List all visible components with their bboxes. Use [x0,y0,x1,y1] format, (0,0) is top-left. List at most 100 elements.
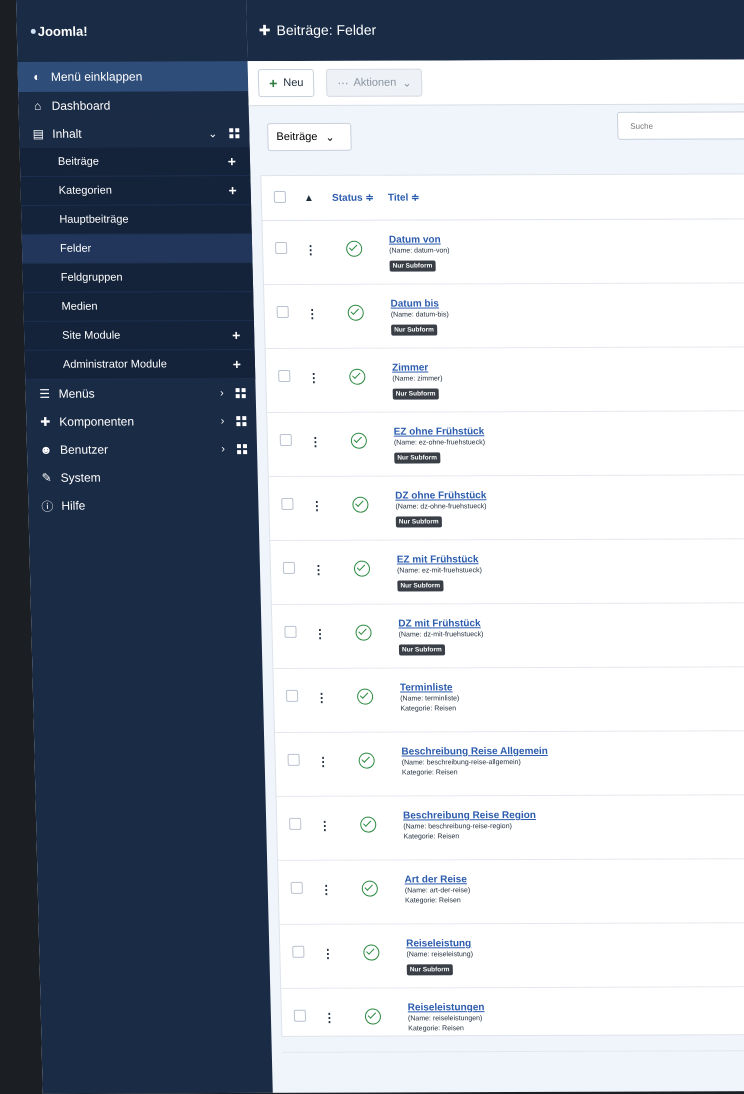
field-title-link[interactable]: Reiseleistungen [408,1001,744,1013]
select-all-checkbox[interactable] [273,190,287,203]
status-sort-header[interactable]: Status ≑ [322,192,384,203]
add-icon[interactable]: + [233,356,242,372]
row-checkbox[interactable] [287,753,300,766]
title-sort-header[interactable]: Titel ≑ [384,191,744,203]
drag-handle-icon[interactable]: ⋮ [315,691,326,705]
row-checkbox[interactable] [282,561,296,574]
published-check-icon[interactable] [350,432,368,449]
chevron-right-icon[interactable]: › [221,443,225,455]
field-title-link[interactable]: Datum bis [390,297,744,309]
dashboard-grid-icon[interactable] [236,444,248,455]
field-title-link[interactable]: Datum von [389,233,744,245]
toggle-icon: ◐ [33,69,41,84]
field-title-link[interactable]: Zimmer [392,361,744,373]
drag-handle-icon[interactable]: ⋮ [309,435,320,449]
chevron-right-icon[interactable]: › [220,387,224,399]
published-check-icon[interactable] [361,880,379,897]
field-title-link[interactable]: Beschreibung Reise Allgemein [401,745,744,758]
field-title-link[interactable]: EZ mit Frühstück [397,553,744,565]
published-check-icon[interactable] [360,816,377,833]
status-cell [335,747,398,774]
sidebar-sub-label: Medien [61,300,98,313]
published-check-icon[interactable] [347,304,364,321]
drag-handle-icon[interactable]: ⋮ [317,755,328,769]
row-checkbox[interactable] [279,433,292,446]
drag-handle-icon[interactable]: ⋮ [323,1011,334,1025]
drag-handle-icon[interactable]: ⋮ [319,819,330,833]
sidebar-item-hilfe[interactable]: ⓘ Hilfe [28,491,259,520]
add-icon[interactable]: + [232,327,241,343]
published-check-icon[interactable] [352,496,369,513]
sidebar-item-inhalt[interactable]: ▤ Inhalt ⌄ [18,119,250,148]
title-cell: EZ mit Frühstück (Name: ez-mit-fruehstuec… [393,553,744,592]
context-select[interactable]: Beiträge ⌄ [267,122,352,152]
ordering-sort-icon[interactable]: ▲ [296,192,322,203]
table-row: ⋮ Art der Reise (Name: art-der-reise) Kateg… [278,859,744,925]
row-checkbox[interactable] [278,369,291,383]
dashboard-grid-icon[interactable] [236,416,247,427]
drag-handle-icon[interactable]: ⋮ [308,371,319,385]
row-select-cell [277,811,312,835]
actions-button[interactable]: ⋯ Aktionen ⌄ [326,68,423,97]
row-checkbox[interactable] [281,497,294,510]
published-check-icon[interactable] [349,368,366,385]
sidebar-sub-site-module[interactable]: Site Module + [23,321,255,351]
chevron-down-icon[interactable]: ⌄ [208,127,218,140]
sidebar-sub-medien[interactable]: Medien [23,292,254,322]
field-alias: (Name: dz-ohne-fruehstueck) [395,503,487,511]
field-title-link[interactable]: DZ ohne Frühstück [395,489,744,501]
joomla-logo[interactable]: Joomla! [30,23,88,38]
row-checkbox[interactable] [293,1009,307,1022]
page-title: Beiträge: Felder [276,21,377,39]
field-title-link[interactable]: Terminliste [400,681,744,693]
sidebar-sub-beitraege[interactable]: Beiträge + [19,147,251,177]
sidebar-sub-administrator-module[interactable]: Administrator Module + [24,350,256,380]
search-input[interactable] [616,111,744,140]
row-checkbox[interactable] [274,242,288,255]
new-button[interactable]: + Neu [257,68,315,98]
sidebar-item-system[interactable]: ✎ System [27,463,258,492]
field-title-link[interactable]: Art der Reise [404,873,744,885]
add-icon[interactable]: + [228,153,237,169]
sidebar-sub-kategorien[interactable]: Kategorien + [20,176,252,206]
drag-handle-icon[interactable]: ⋮ [311,499,322,513]
drag-handle-icon[interactable]: ⋮ [320,883,331,897]
published-check-icon[interactable] [356,688,374,705]
drag-handle-icon[interactable]: ⋮ [305,243,316,257]
sidebar-sub-feldgruppen[interactable]: Feldgruppen [22,263,254,293]
drag-handle-icon[interactable]: ⋮ [314,627,325,641]
sidebar-sub-felder[interactable]: Felder [21,234,253,264]
row-checkbox[interactable] [290,881,303,894]
dashboard-grid-icon[interactable] [229,128,240,139]
row-checkbox[interactable] [289,817,302,830]
row-checkbox[interactable] [284,625,297,638]
add-icon[interactable]: + [228,182,237,198]
collapse-menu-button[interactable]: ◐ Menü einklappen [17,61,249,92]
row-checkbox[interactable] [285,689,299,702]
row-checkbox[interactable] [292,945,305,958]
sidebar-sub-hauptbeitraege[interactable]: Hauptbeiträge [21,205,252,235]
sidebar-item-menues[interactable]: ☰ Menüs › [25,379,256,408]
drag-handle-icon[interactable]: ⋮ [306,307,317,321]
title-cell: DZ ohne Frühstück (Name: dz-ohne-fruehstu… [391,489,744,528]
field-title-link[interactable]: Beschreibung Reise Region [403,809,744,821]
drag-handle-icon[interactable]: ⋮ [322,947,333,961]
published-check-icon[interactable] [355,624,372,641]
sidebar-item-dashboard[interactable]: ⌂ Dashboard [18,91,249,120]
dashboard-grid-icon[interactable] [235,388,246,399]
sidebar-item-komponenten[interactable]: ✚ Komponenten › [26,407,257,436]
published-check-icon[interactable] [364,1008,382,1025]
sidebar-item-benutzer[interactable]: ☻ Benutzer › [27,435,258,464]
chevron-right-icon[interactable]: › [221,415,225,427]
published-check-icon[interactable] [363,944,380,961]
row-checkbox[interactable] [276,305,289,319]
published-check-icon[interactable] [345,240,363,257]
drag-handle-icon[interactable]: ⋮ [312,563,323,577]
field-title-link[interactable]: EZ ohne Frühstück [394,425,744,437]
published-check-icon[interactable] [358,752,375,769]
field-title-link[interactable]: DZ mit Frühstück [398,617,744,629]
field-category: Kategorie: Reisen [405,897,461,905]
field-title-link[interactable]: Reiseleistung [406,937,744,949]
actions-button-label: Aktionen [353,76,397,89]
published-check-icon[interactable] [353,560,371,577]
